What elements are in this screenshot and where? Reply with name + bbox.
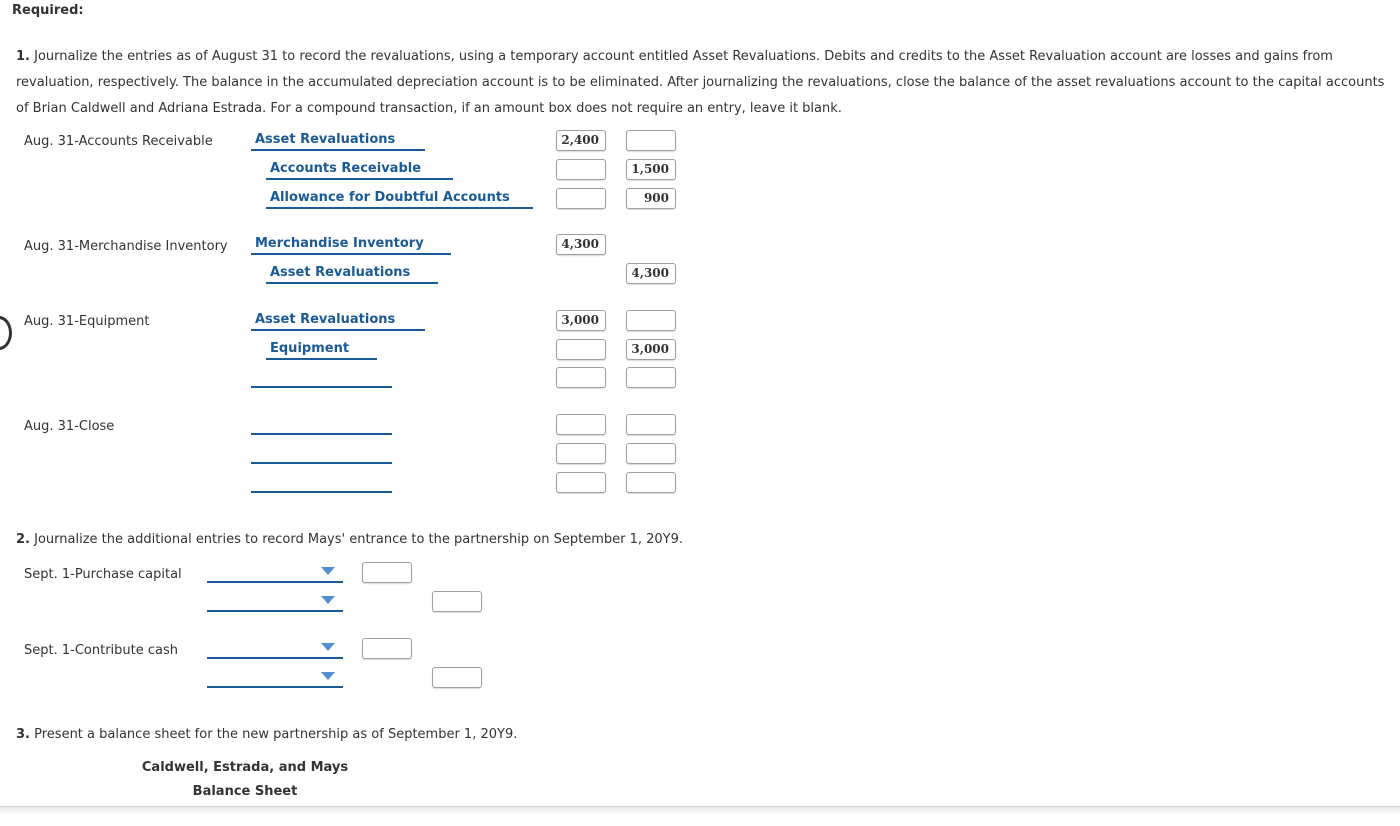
account-select[interactable]: Accounts Receivable — [266, 160, 453, 180]
question-3-number: 3. — [16, 727, 30, 742]
partial-circle-icon — [0, 316, 12, 350]
account-select[interactable]: Allowance for Doubtful Accounts — [266, 189, 533, 209]
entry-label: Aug. 31-Equipment — [24, 314, 150, 329]
account-dropdown[interactable] — [207, 639, 343, 659]
account-select[interactable]: Equipment — [266, 340, 377, 360]
bottom-scroll-shadow — [0, 806, 1400, 826]
credit-input[interactable]: 3,000 — [626, 339, 676, 360]
credit-input[interactable] — [626, 443, 676, 464]
debit-input[interactable]: 4,300 — [556, 234, 606, 255]
account-select[interactable] — [251, 415, 392, 435]
account-select[interactable]: Asset Revaluations — [251, 131, 425, 151]
credit-input[interactable] — [432, 591, 482, 612]
debit-input[interactable] — [556, 188, 606, 209]
account-select[interactable] — [251, 473, 392, 493]
credit-input[interactable]: 1,500 — [626, 159, 676, 180]
debit-input[interactable] — [556, 443, 606, 464]
debit-input[interactable] — [556, 339, 606, 360]
question-2-text: 2. Journalize the additional entries to … — [16, 532, 683, 547]
question-2-body: Journalize the additional entries to rec… — [34, 532, 684, 547]
question-1-text: 1. Journalize the entries as of August 3… — [16, 44, 1386, 122]
dropdown-arrow-icon — [321, 567, 335, 575]
question-3-text: 3. Present a balance sheet for the new p… — [16, 727, 517, 742]
debit-input[interactable]: 2,400 — [556, 130, 606, 151]
debit-input[interactable]: 3,000 — [556, 310, 606, 331]
question-1-body: Journalize the entries as of August 31 t… — [16, 49, 1385, 116]
credit-input[interactable] — [626, 472, 676, 493]
dropdown-arrow-icon — [321, 672, 335, 680]
credit-input[interactable]: 900 — [626, 188, 676, 209]
account-select[interactable]: Asset Revaluations — [251, 311, 425, 331]
debit-input[interactable] — [362, 562, 412, 583]
debit-input[interactable] — [556, 159, 606, 180]
company-name: Caldwell, Estrada, and Mays — [141, 760, 349, 775]
credit-input[interactable] — [626, 367, 676, 388]
account-select[interactable]: Asset Revaluations — [266, 264, 438, 284]
question-3-body: Present a balance sheet for the new part… — [34, 727, 518, 742]
credit-input[interactable] — [626, 130, 676, 151]
question-1-number: 1. — [16, 49, 30, 64]
statement-title: Balance Sheet — [192, 784, 298, 799]
account-dropdown[interactable] — [207, 668, 343, 688]
account-dropdown[interactable] — [207, 592, 343, 612]
credit-input[interactable] — [626, 310, 676, 331]
debit-input[interactable] — [556, 472, 606, 493]
dropdown-arrow-icon — [321, 596, 335, 604]
entry-label: Sept. 1-Contribute cash — [24, 643, 178, 658]
account-select[interactable] — [251, 444, 392, 464]
entry-label: Aug. 31-Accounts Receivable — [24, 134, 213, 149]
entry-label: Sept. 1-Purchase capital — [24, 567, 182, 582]
entry-label: Aug. 31-Merchandise Inventory — [24, 239, 228, 254]
credit-input[interactable] — [432, 667, 482, 688]
credit-input[interactable] — [626, 414, 676, 435]
account-dropdown[interactable] — [207, 563, 343, 583]
required-heading: Required: — [12, 3, 84, 18]
dropdown-arrow-icon — [321, 643, 335, 651]
entry-label: Aug. 31-Close — [24, 419, 115, 434]
account-select[interactable]: Merchandise Inventory — [251, 235, 451, 255]
question-2-number: 2. — [16, 532, 30, 547]
account-select[interactable] — [251, 368, 392, 388]
debit-input[interactable] — [556, 414, 606, 435]
debit-input[interactable] — [556, 367, 606, 388]
debit-input[interactable] — [362, 638, 412, 659]
credit-input[interactable]: 4,300 — [626, 263, 676, 284]
